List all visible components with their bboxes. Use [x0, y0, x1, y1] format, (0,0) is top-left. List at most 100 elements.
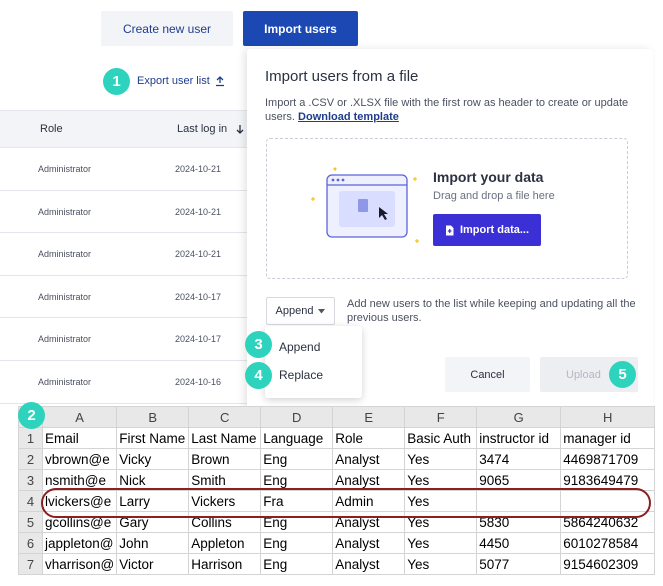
- cell: Analyst: [332, 448, 406, 470]
- file-upload-illustration: [311, 167, 419, 243]
- menu-item-replace[interactable]: Replace: [279, 368, 323, 382]
- cell: Eng: [260, 532, 334, 554]
- sheet-row: 6 jappleton@ John Appleton Eng Analyst Y…: [18, 532, 656, 554]
- sheet-row: 1 Email First Name Last Name Language Ro…: [18, 427, 656, 449]
- cell: Victor: [116, 553, 190, 575]
- cell: John: [116, 532, 190, 554]
- file-dropzone[interactable]: Import your data Drag and drop a file he…: [266, 138, 628, 279]
- row-last-login: 2024-10-17: [175, 334, 222, 345]
- cell: Eng: [260, 553, 334, 575]
- table-row[interactable]: Administrator 2024-10-16: [0, 361, 250, 404]
- cell: Yes: [404, 448, 478, 470]
- cell: Last Name: [188, 427, 262, 449]
- column-header: B: [116, 406, 190, 428]
- export-user-list-link[interactable]: Export user list: [137, 75, 225, 87]
- file-icon: [445, 225, 454, 235]
- cell: 9154602309: [560, 553, 656, 575]
- cell: instructor id: [476, 427, 562, 449]
- cell: 4469871709: [560, 448, 656, 470]
- step-badge-1: 1: [103, 68, 130, 95]
- upload-icon: [215, 75, 224, 86]
- cell: Email: [41, 427, 118, 449]
- row-number: 6: [18, 532, 43, 554]
- column-header: F: [404, 406, 478, 428]
- step-badge-2: 2: [18, 402, 45, 429]
- cell: Brown: [188, 448, 262, 470]
- row-role: Administrator: [38, 334, 92, 345]
- import-mode-select[interactable]: Append: [266, 297, 335, 325]
- column-header: G: [476, 406, 562, 428]
- export-label: Export user list: [137, 75, 210, 87]
- import-mode-value: Append: [275, 305, 314, 317]
- cell: Vicky: [116, 448, 190, 470]
- column-header: D: [260, 406, 334, 428]
- row-role: Administrator: [38, 376, 92, 387]
- cell: Yes: [404, 532, 478, 554]
- dropzone-title: Import your data: [433, 169, 544, 185]
- row-role: Administrator: [38, 249, 92, 260]
- step-badge-5: 5: [609, 361, 636, 388]
- sort-down-icon[interactable]: [236, 124, 244, 135]
- row-role: Administrator: [38, 291, 92, 302]
- cell: vharrison@: [41, 553, 118, 575]
- row-last-login: 2024-10-21: [175, 206, 222, 217]
- cell: manager id: [560, 427, 656, 449]
- row-last-login: 2024-10-16: [175, 376, 222, 387]
- download-template-link[interactable]: Download template: [298, 111, 399, 123]
- column-header: H: [560, 406, 656, 428]
- cell: Analyst: [332, 553, 406, 575]
- row-role: Administrator: [38, 164, 92, 174]
- cell: 5077: [476, 553, 562, 575]
- row-number: 3: [18, 469, 43, 491]
- cell: Analyst: [332, 532, 406, 554]
- row-role: Administrator: [38, 206, 92, 217]
- column-header: C: [188, 406, 262, 428]
- cell: 6010278584: [560, 532, 656, 554]
- row-number: 5: [18, 511, 43, 533]
- import-data-label: Import data...: [459, 224, 530, 236]
- cell: Role: [332, 427, 406, 449]
- row-number: 2: [18, 448, 43, 470]
- menu-item-append[interactable]: Append: [279, 340, 320, 354]
- table-row[interactable]: Administrator 2024-10-17: [0, 276, 250, 319]
- dropzone-subtitle: Drag and drop a file here: [433, 190, 555, 202]
- cell: Harrison: [188, 553, 262, 575]
- import-data-button[interactable]: Import data...: [433, 214, 541, 246]
- table-row[interactable]: Administrator 2024-10-21: [0, 148, 250, 191]
- import-mode-menu: Append Replace: [265, 326, 362, 398]
- step-badge-3: 3: [245, 331, 272, 358]
- cell: Yes: [404, 553, 478, 575]
- cell: Appleton: [188, 532, 262, 554]
- column-last-login[interactable]: Last log in: [177, 123, 227, 135]
- column-header-row: A B C D E F G H: [18, 406, 656, 428]
- row-number: 1: [18, 427, 43, 449]
- table-row[interactable]: Administrator 2024-10-21: [0, 233, 250, 276]
- caret-down-icon: [318, 308, 326, 313]
- row-last-login: 2024-10-17: [175, 291, 222, 302]
- import-mode-description: Add new users to the list while keeping …: [347, 298, 636, 324]
- row-last-login: 2024-10-21: [175, 249, 222, 260]
- cell: Eng: [260, 448, 334, 470]
- create-user-button[interactable]: Create new user: [101, 11, 233, 46]
- cell: Language: [260, 427, 334, 449]
- table-row[interactable]: Administrator 2024-10-21: [0, 191, 250, 234]
- row-highlight-outline: [41, 488, 651, 518]
- column-role[interactable]: Role: [40, 123, 63, 135]
- column-header: A: [41, 406, 118, 428]
- users-table-header: Role Last log in: [0, 110, 250, 148]
- sheet-row: 2 vbrown@e Vicky Brown Eng Analyst Yes 3…: [18, 448, 656, 470]
- import-users-button[interactable]: Import users: [243, 11, 358, 46]
- cell: First Name: [116, 427, 190, 449]
- column-header: E: [332, 406, 406, 428]
- cancel-button[interactable]: Cancel: [445, 357, 530, 392]
- panel-title: Import users from a file: [265, 68, 419, 85]
- table-row[interactable]: Administrator 2024-10-17: [0, 318, 250, 361]
- cell: Basic Auth: [404, 427, 478, 449]
- cell: 4450: [476, 532, 562, 554]
- cell: 3474: [476, 448, 562, 470]
- panel-description: Import a .CSV or .XLSX file with the fir…: [265, 96, 635, 124]
- row-number: 4: [18, 490, 43, 512]
- row-number: 7: [18, 553, 43, 575]
- step-badge-4: 4: [245, 362, 272, 389]
- row-last-login: 2024-10-21: [175, 164, 222, 174]
